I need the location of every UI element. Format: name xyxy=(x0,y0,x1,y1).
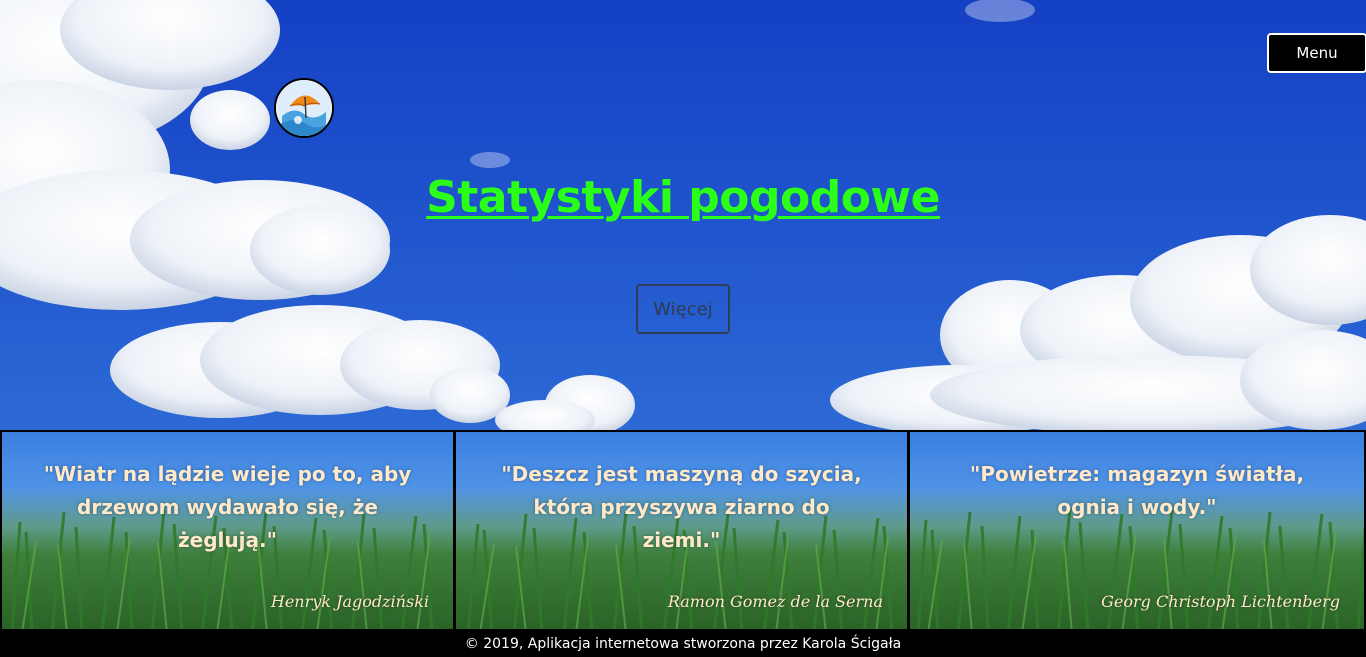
menu-button[interactable]: Menu xyxy=(1267,33,1366,73)
cloud-middle xyxy=(110,305,635,431)
hero-section: Menu Statystyki pogodowe Więcej xyxy=(0,0,1366,431)
title-link[interactable]: Statystyki pogodowe xyxy=(426,172,940,223)
quotes-section: "Wiatr na lądzie wieje po to, aby drzewo… xyxy=(0,430,1366,631)
footer-text: © 2019, Aplikacja internetowa stworzona … xyxy=(464,636,902,652)
cloud-left xyxy=(0,0,390,310)
quote-card: "Powietrze: magazyn światła, ognia i wod… xyxy=(908,430,1366,631)
quote-author: Ramon Gomez de la Serna xyxy=(667,592,883,611)
quote-card: "Deszcz jest maszyną do szycia, która pr… xyxy=(454,430,909,631)
page-title: Statystyki pogodowe xyxy=(0,172,1366,223)
quote-text: "Powietrze: magazyn światła, ognia i wod… xyxy=(969,462,1305,519)
quote-text: "Deszcz jest maszyną do szycia, która pr… xyxy=(501,462,862,552)
quote-text: "Wiatr na lądzie wieje po to, aby drzewo… xyxy=(43,462,412,552)
quote-author: Henryk Jagodziński xyxy=(270,592,429,611)
more-button[interactable]: Więcej xyxy=(636,284,730,334)
footer: © 2019, Aplikacja internetowa stworzona … xyxy=(0,631,1366,657)
cloud-right xyxy=(830,215,1366,431)
quote-card: "Wiatr na lądzie wieje po to, aby drzewo… xyxy=(0,430,455,631)
quote-author: Georg Christoph Lichtenberg xyxy=(1101,592,1340,611)
umbrella-logo-icon[interactable] xyxy=(274,78,334,138)
